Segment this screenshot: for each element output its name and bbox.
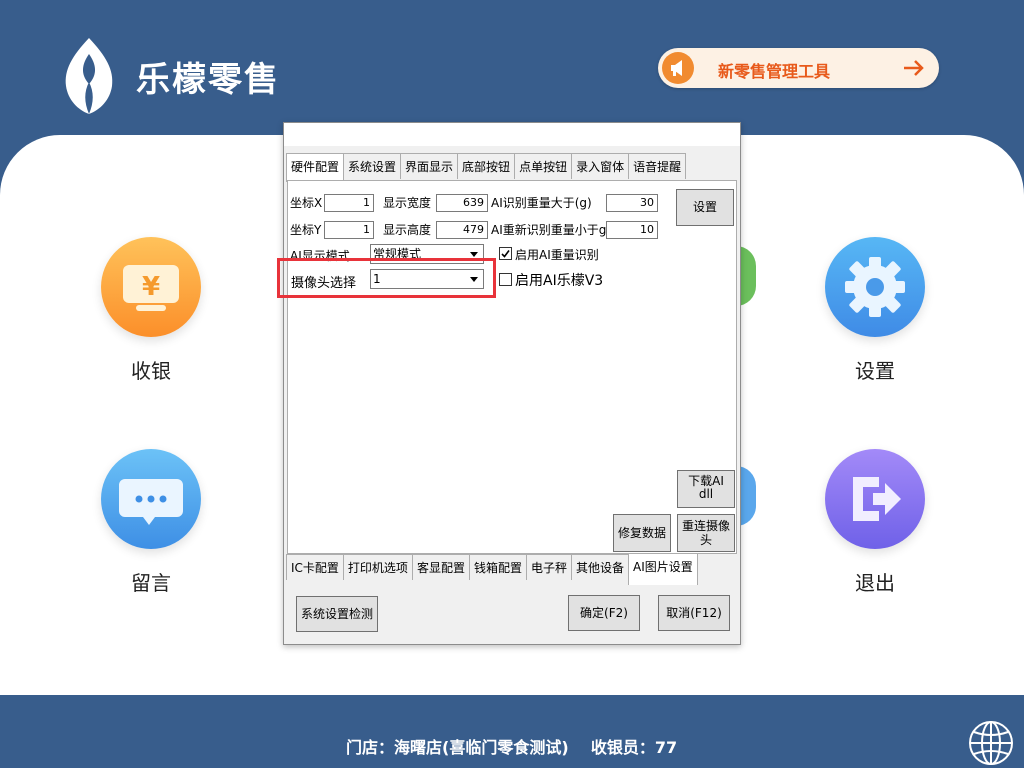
top-tab-bar: 硬件配置 系统设置 界面显示 底部按钮 点单按钮 录入窗体 语音提醒	[286, 153, 687, 182]
coord-y-input[interactable]: 1	[324, 221, 374, 239]
gear-icon	[825, 237, 925, 337]
tab-customer-display[interactable]: 客显配置	[411, 554, 470, 580]
globe-icon[interactable]	[966, 718, 1016, 768]
tab-input-form[interactable]: 录入窗体	[571, 153, 630, 179]
cashier-icon: ¥	[101, 237, 201, 337]
ai-weight-recog-checkbox[interactable]	[499, 247, 512, 260]
ai-weight-gt-label: AI识别重量大于(g)	[491, 196, 592, 210]
coord-x-input[interactable]: 1	[324, 194, 374, 212]
exit-label: 退出	[855, 571, 895, 595]
tab-scale[interactable]: 电子秤	[525, 554, 572, 580]
ai-reweight-lt-label: AI重新识别重量小于g	[491, 223, 607, 237]
system-check-button[interactable]: 系统设置检测	[296, 596, 378, 632]
chat-bubble-icon	[101, 449, 201, 549]
ai-settings-page: 坐标X 1 显示宽度 639 AI识别重量大于(g) 30 设置 坐标Y 1 显…	[287, 180, 737, 554]
dialog-titlebar	[284, 123, 740, 146]
tab-bottom-buttons[interactable]: 底部按钮	[457, 153, 516, 179]
width-input[interactable]: 639	[436, 194, 488, 212]
store-info: 门店：海曙店(喜临门零食测试) 收银员：77	[346, 738, 678, 757]
ai-weight-recog-label: 启用AI重量识别	[515, 248, 599, 262]
tab-ai-image-settings[interactable]: AI图片设置	[628, 553, 698, 585]
exit-tile[interactable]: 退出	[815, 449, 935, 596]
cancel-button[interactable]: 取消(F12)	[658, 595, 730, 631]
tab-cash-drawer[interactable]: 钱箱配置	[468, 554, 527, 580]
chevron-down-icon	[470, 252, 478, 257]
repair-data-button[interactable]: 修复数据	[613, 514, 671, 552]
promo-button[interactable]: 新零售管理工具	[658, 48, 939, 88]
tab-system-settings[interactable]: 系统设置	[343, 153, 402, 179]
settings-label: 设置	[855, 359, 895, 383]
width-label: 显示宽度	[383, 196, 432, 210]
tab-printer[interactable]: 打印机选项	[342, 554, 413, 580]
arrow-right-icon	[904, 60, 924, 76]
promo-label: 新零售管理工具	[718, 62, 831, 81]
download-ai-dll-button[interactable]: 下载AI dll	[677, 470, 735, 508]
camera-highlight-box	[277, 258, 496, 298]
set-button[interactable]: 设置	[676, 189, 734, 226]
tab-voice-reminder[interactable]: 语音提醒	[628, 153, 687, 179]
tab-other-devices[interactable]: 其他设备	[570, 554, 629, 580]
brand-title: 乐檬零售	[136, 60, 280, 100]
cashier-tile[interactable]: ¥ 收银	[91, 237, 211, 384]
svg-text:¥: ¥	[142, 272, 160, 302]
ai-v3-label: 启用AI乐檬V3	[515, 273, 604, 289]
height-input[interactable]: 479	[436, 221, 488, 239]
tab-order-buttons[interactable]: 点单按钮	[514, 153, 573, 179]
ai-v3-checkbox[interactable]	[499, 273, 512, 286]
exit-icon	[825, 449, 925, 549]
message-label: 留言	[131, 571, 171, 595]
lemon-logo-icon	[65, 38, 113, 114]
message-tile[interactable]: 留言	[91, 449, 211, 596]
ai-weight-gt-input[interactable]: 30	[606, 194, 658, 212]
hardware-settings-dialog: 硬件配置 系统设置 界面显示 底部按钮 点单按钮 录入窗体 语音提醒 坐标X 1…	[283, 122, 741, 645]
megaphone-icon	[662, 52, 694, 84]
tab-ic-card[interactable]: IC卡配置	[286, 554, 344, 580]
coord-y-label: 坐标Y	[290, 223, 322, 237]
tab-hardware-config[interactable]: 硬件配置	[286, 153, 345, 182]
cashier-label: 收银	[131, 359, 171, 383]
tab-interface-display[interactable]: 界面显示	[400, 153, 459, 179]
height-label: 显示高度	[383, 223, 432, 237]
bottom-tab-bar: IC卡配置 打印机选项 客显配置 钱箱配置 电子秤 其他设备 AI图片设置	[286, 553, 698, 585]
coord-x-label: 坐标X	[290, 196, 323, 210]
ai-reweight-lt-input[interactable]: 10	[606, 221, 658, 239]
settings-tile[interactable]: 设置	[815, 237, 935, 384]
ok-button[interactable]: 确定(F2)	[568, 595, 640, 631]
reconnect-camera-button[interactable]: 重连摄像 头	[677, 514, 735, 552]
checkmark-icon	[501, 250, 510, 258]
